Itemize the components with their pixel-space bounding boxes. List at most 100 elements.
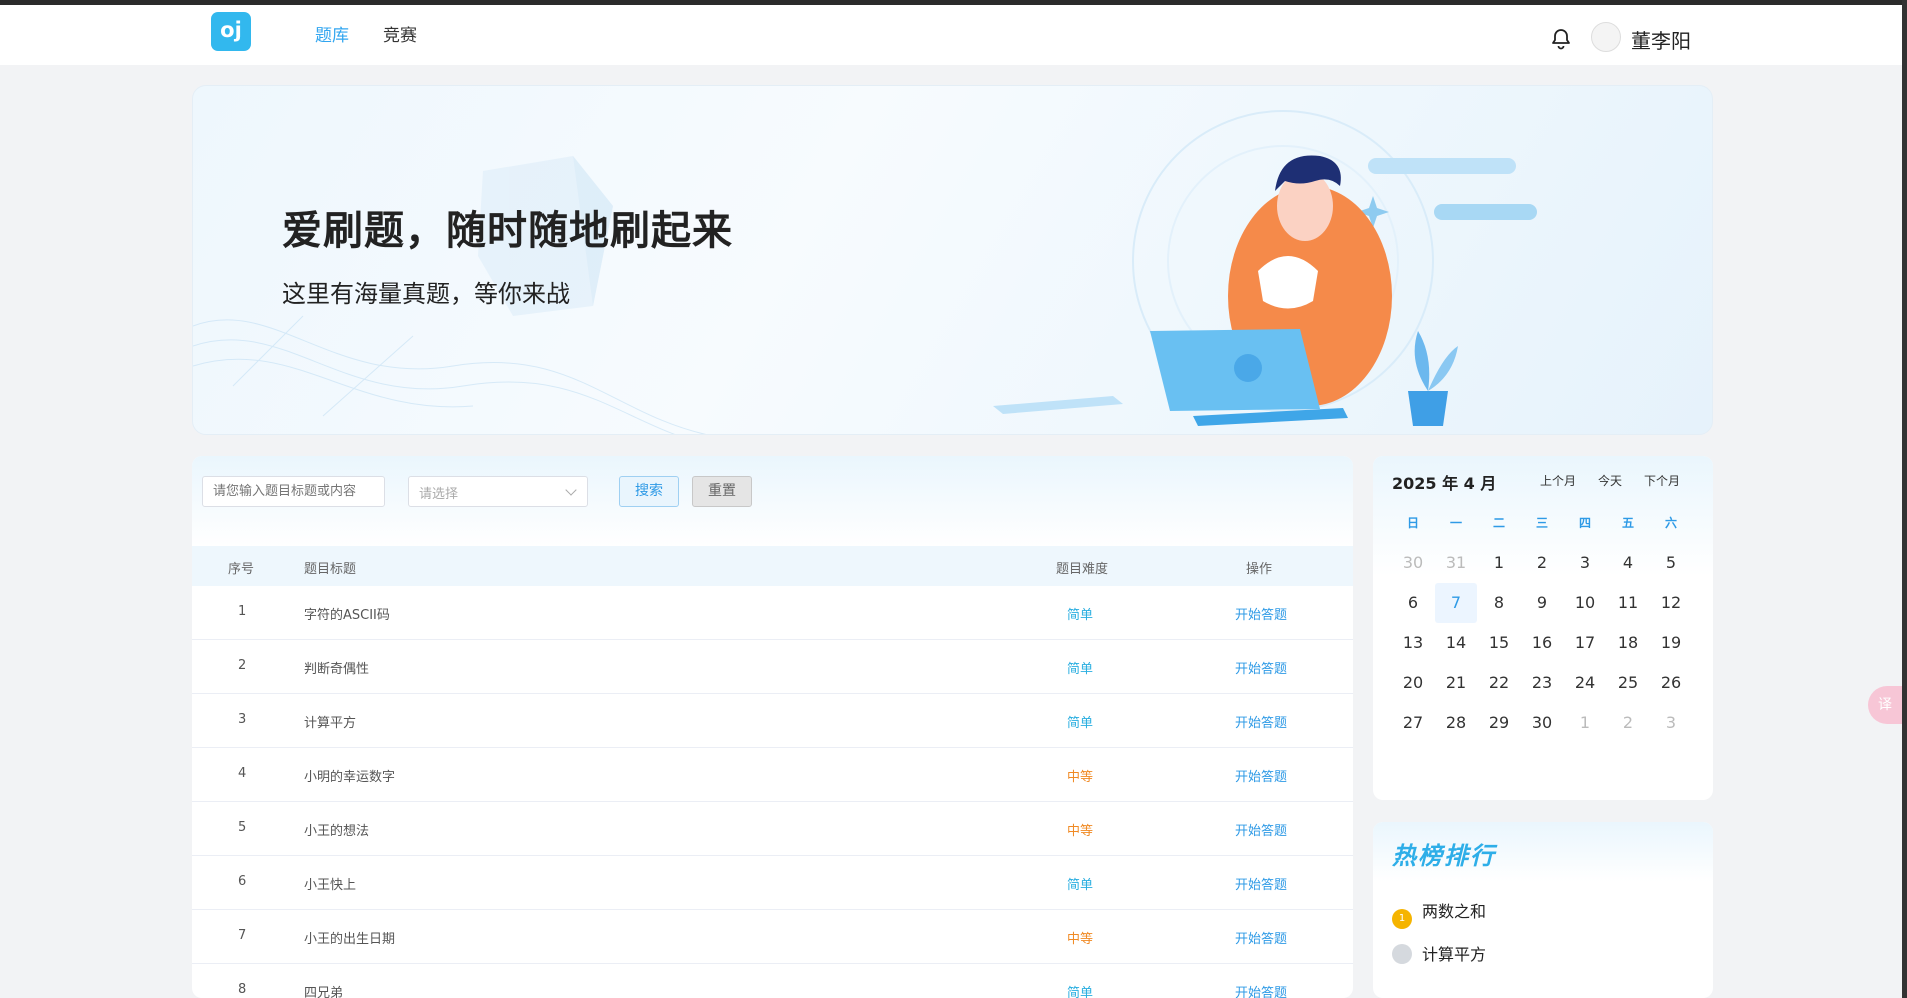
calendar-day[interactable]: 21	[1435, 663, 1477, 703]
prev-month-button[interactable]: 上个月	[1540, 472, 1576, 489]
start-answer-link[interactable]: 开始答题	[1235, 658, 1287, 677]
calendar-day[interactable]: 31	[1435, 543, 1477, 583]
calendar-day[interactable]: 3	[1650, 703, 1692, 743]
row-index: 6	[238, 874, 247, 889]
calendar-day[interactable]: 25	[1607, 663, 1649, 703]
table-row: 6 小王快上 简单 开始答题	[192, 856, 1353, 910]
search-input[interactable]	[202, 476, 385, 507]
banner-decoration	[193, 110, 1537, 434]
calendar-day[interactable]: 11	[1607, 583, 1649, 623]
oj-logo[interactable]: oj	[211, 12, 251, 51]
start-answer-link[interactable]: 开始答题	[1235, 820, 1287, 839]
calendar-day[interactable]: 13	[1392, 623, 1434, 663]
row-index: 2	[238, 658, 247, 673]
calendar-day[interactable]: 20	[1392, 663, 1434, 703]
weekday-label: 一	[1449, 516, 1462, 530]
calendar-day[interactable]: 2	[1521, 543, 1563, 583]
calendar-day[interactable]: 15	[1478, 623, 1520, 663]
select-placeholder: 请选择	[419, 487, 459, 502]
next-month-button[interactable]: 下个月	[1644, 472, 1680, 489]
start-answer-link[interactable]: 开始答题	[1235, 874, 1287, 893]
row-index: 1	[238, 604, 247, 619]
row-difficulty: 简单	[1067, 608, 1094, 623]
row-title[interactable]: 小王快上	[304, 874, 356, 893]
search-button[interactable]: 搜索	[619, 476, 679, 507]
calendar-day[interactable]: 29	[1478, 703, 1520, 743]
row-difficulty: 中等	[1067, 770, 1094, 785]
row-index: 3	[238, 712, 247, 727]
start-answer-link[interactable]: 开始答题	[1235, 982, 1287, 998]
row-title[interactable]: 计算平方	[304, 712, 356, 731]
hot-item[interactable]: 1 两数之和	[1392, 898, 1486, 929]
calendar-day[interactable]: 12	[1650, 583, 1692, 623]
weekday-label: 六	[1664, 516, 1677, 530]
row-title[interactable]: 小王的出生日期	[304, 928, 395, 947]
calendar-day[interactable]: 17	[1564, 623, 1606, 663]
silver-medal-icon	[1392, 944, 1412, 964]
chevron-down-icon	[565, 484, 577, 496]
row-title[interactable]: 四兄弟	[304, 982, 343, 998]
weekday-label: 日	[1406, 516, 1419, 530]
calendar-day[interactable]: 1	[1564, 703, 1606, 743]
hot-item[interactable]: 计算平方	[1392, 941, 1486, 965]
row-difficulty: 简单	[1067, 986, 1094, 998]
banner-subtitle: 这里有海量真题，等你来战	[282, 280, 570, 308]
calendar-day[interactable]: 5	[1650, 543, 1692, 583]
row-title[interactable]: 字符的ASCII码	[304, 604, 390, 623]
table-row: 1 字符的ASCII码 简单 开始答题	[192, 586, 1353, 640]
hot-item-label: 计算平方	[1422, 945, 1487, 964]
calendar-day[interactable]: 3	[1564, 543, 1606, 583]
weekday-label: 二	[1492, 516, 1505, 530]
row-index: 8	[238, 982, 247, 997]
row-title[interactable]: 小王的想法	[304, 820, 369, 839]
calendar-day[interactable]: 1	[1478, 543, 1520, 583]
calendar-day[interactable]: 2	[1607, 703, 1649, 743]
calendar-day-today[interactable]: 7	[1435, 583, 1477, 623]
calendar-day[interactable]: 23	[1521, 663, 1563, 703]
calendar-day[interactable]: 22	[1478, 663, 1520, 703]
nav-tab-problem-bank[interactable]: 题库	[315, 21, 349, 46]
row-index: 5	[238, 820, 247, 835]
calendar-day[interactable]: 10	[1564, 583, 1606, 623]
calendar-day[interactable]: 8	[1478, 583, 1520, 623]
row-title[interactable]: 判断奇偶性	[304, 658, 369, 677]
table-row: 5 小王的想法 中等 开始答题	[192, 802, 1353, 856]
calendar-day[interactable]: 18	[1607, 623, 1649, 663]
user-avatar[interactable]	[1591, 22, 1621, 52]
calendar-day[interactable]: 24	[1564, 663, 1606, 703]
calendar-day[interactable]: 16	[1521, 623, 1563, 663]
calendar-day[interactable]: 28	[1435, 703, 1477, 743]
start-answer-link[interactable]: 开始答题	[1235, 766, 1287, 785]
weekday-label: 四	[1578, 516, 1591, 530]
row-title[interactable]: 小明的幸运数字	[304, 766, 395, 785]
calendar-day[interactable]: 9	[1521, 583, 1563, 623]
reset-button[interactable]: 重置	[692, 476, 752, 507]
start-answer-link[interactable]: 开始答题	[1235, 928, 1287, 947]
start-answer-link[interactable]: 开始答题	[1235, 604, 1287, 623]
today-button[interactable]: 今天	[1598, 472, 1622, 489]
calendar-day[interactable]: 30	[1521, 703, 1563, 743]
col-action: 操作	[1246, 562, 1273, 577]
filter-bar: 请选择 搜索 重置	[192, 456, 1353, 546]
username[interactable]: 董李阳	[1631, 25, 1691, 54]
bell-icon[interactable]	[1549, 27, 1573, 51]
table-row: 2 判断奇偶性 简单 开始答题	[192, 640, 1353, 694]
table-header: 序号 题目标题 题目难度 操作	[192, 546, 1353, 586]
calendar-day[interactable]: 26	[1650, 663, 1692, 703]
row-index: 7	[238, 928, 247, 943]
translate-widget-icon[interactable]: 译	[1868, 686, 1902, 724]
row-difficulty: 简单	[1067, 716, 1094, 731]
calendar-day[interactable]: 27	[1392, 703, 1434, 743]
difficulty-select[interactable]: 请选择	[408, 476, 588, 507]
calendar-day[interactable]: 6	[1392, 583, 1434, 623]
banner-title: 爱刷题，随时随地刷起来	[282, 208, 733, 254]
calendar-day[interactable]: 14	[1435, 623, 1477, 663]
nav-tab-contest[interactable]: 竞赛	[383, 21, 417, 46]
calendar-day[interactable]: 30	[1392, 543, 1434, 583]
start-answer-link[interactable]: 开始答题	[1235, 712, 1287, 731]
calendar-day[interactable]: 4	[1607, 543, 1649, 583]
top-navbar: oj 题库 竞赛 董李阳	[0, 5, 1907, 65]
row-difficulty: 中等	[1067, 932, 1094, 947]
hot-ranking-panel: 热榜排行 1 两数之和 计算平方	[1373, 822, 1713, 998]
calendar-day[interactable]: 19	[1650, 623, 1692, 663]
